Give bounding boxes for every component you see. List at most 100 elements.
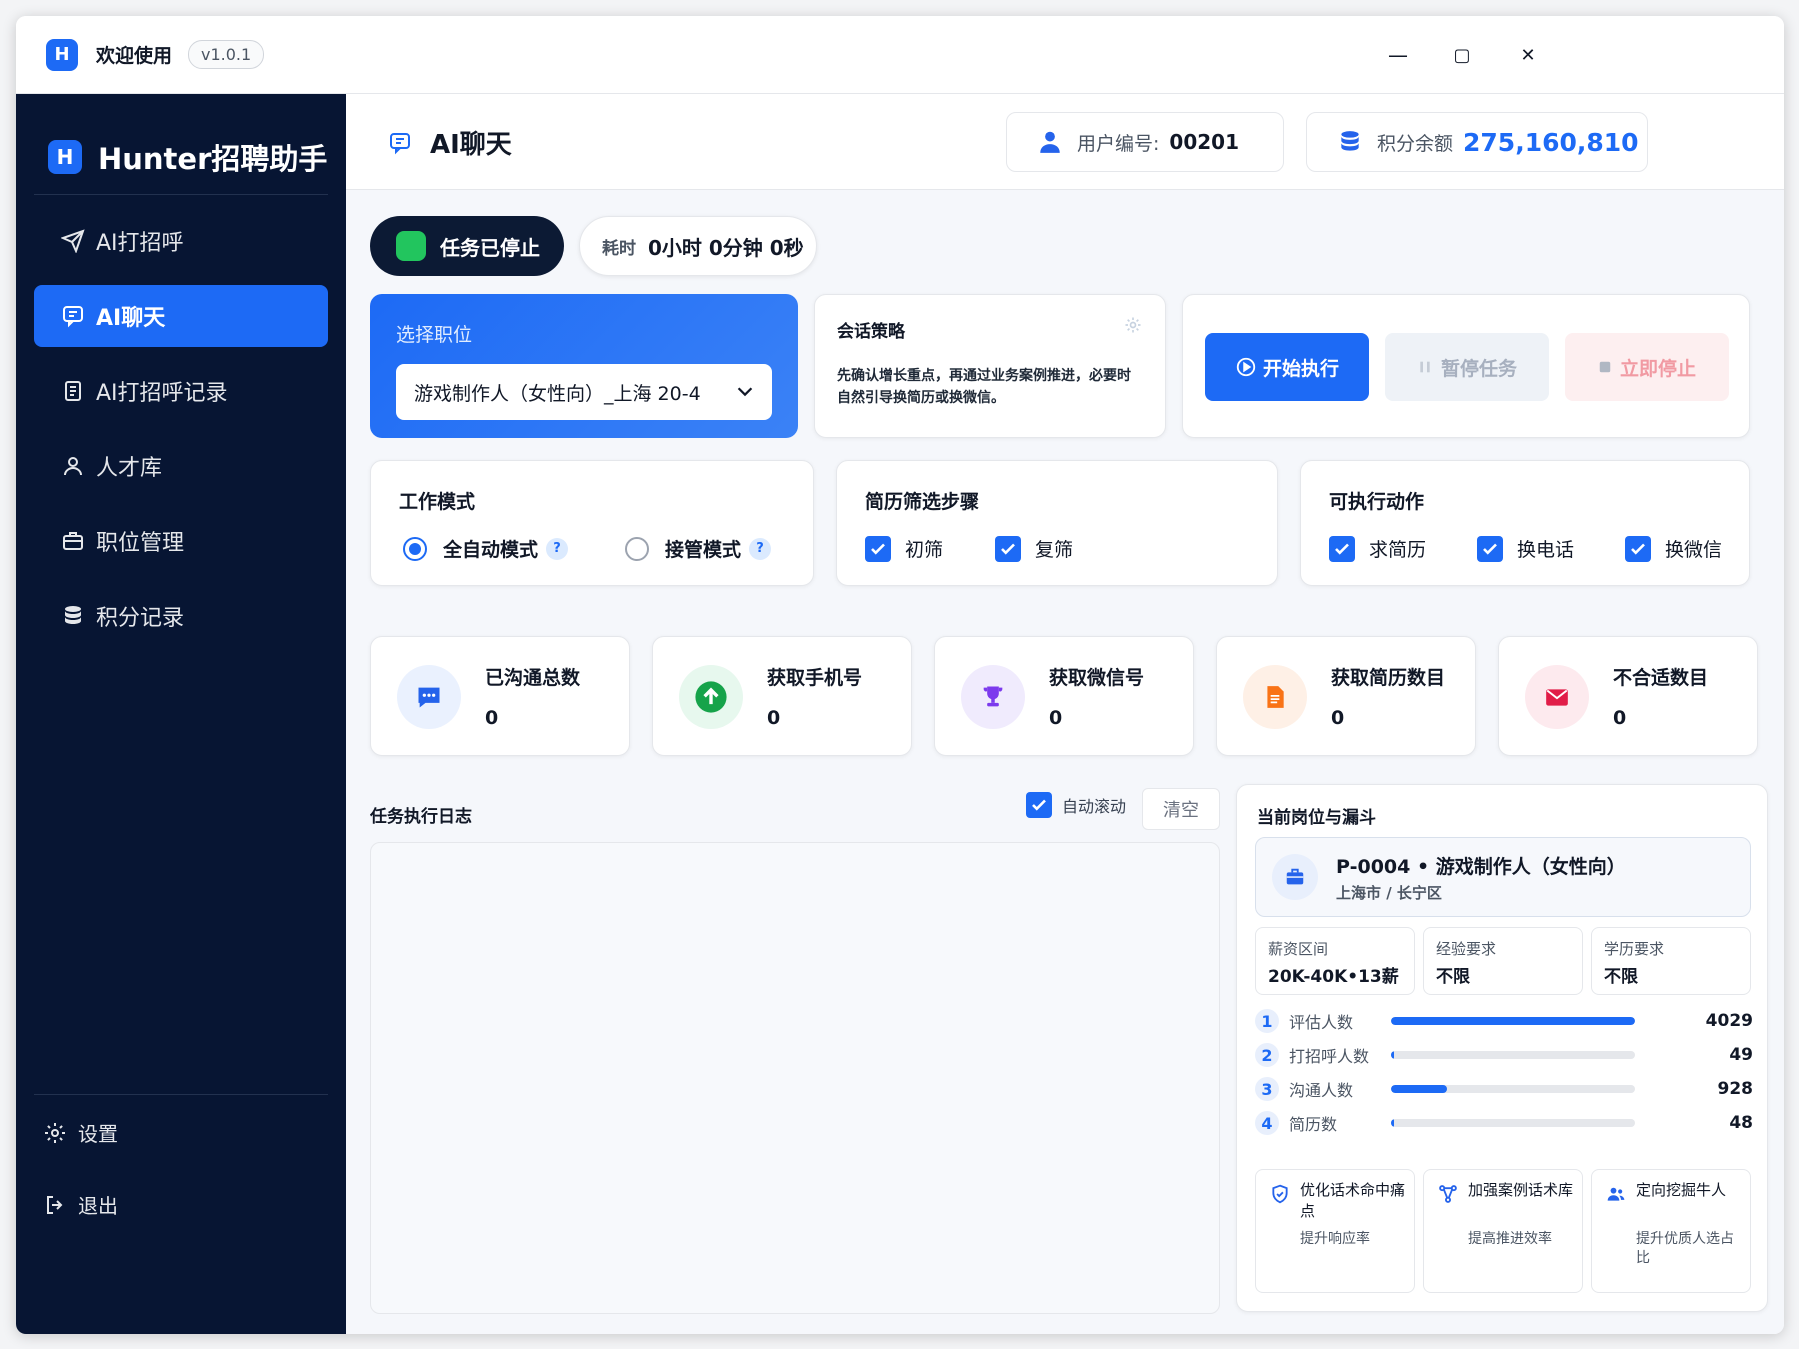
briefcase-icon <box>60 528 86 554</box>
tip-case-library[interactable]: 加强案例话术库 提高推进效率 <box>1423 1169 1583 1293</box>
funnel-progress-track <box>1391 1017 1635 1025</box>
funnel-step-label: 沟通人数 <box>1289 1081 1354 1100</box>
brand-logo-icon: H <box>48 140 82 174</box>
stop-icon <box>1598 360 1612 374</box>
stat-card-phones: 获取手机号 0 <box>652 636 912 756</box>
job-select-dropdown[interactable]: 游戏制作人（女性向）_上海 20-4 <box>396 364 772 420</box>
funnel-card: 当前岗位与漏斗 P-0004 • 游戏制作人（女性向） 上海市 / 长宁区 薪资… <box>1236 784 1768 1312</box>
chat-icon <box>388 131 412 155</box>
app-window: H 欢迎使用 v1.0.1 — ▢ ✕ H Hunter招聘助手 AI打招呼 A… <box>16 16 1784 1334</box>
checkbox-checked-icon <box>1026 792 1052 818</box>
points-value: 275,160,810 <box>1463 127 1639 157</box>
sidebar-item-ai-greeting[interactable]: AI打招呼 <box>34 210 328 272</box>
funnel-step-number: 2 <box>1255 1043 1279 1067</box>
content-panel: 任务已停止 耗时 0小时 0分钟 0秒 选择职位 游戏制作人（女性向）_上海 2… <box>346 190 1784 1334</box>
meta-value: 不限 <box>1604 967 1638 987</box>
pause-icon <box>1417 359 1433 375</box>
funnel-step-value: 48 <box>1729 1113 1753 1133</box>
radio-unselected-icon <box>625 536 649 561</box>
meta-label: 经验要求 <box>1436 940 1497 958</box>
funnel-progress-track <box>1391 1085 1635 1093</box>
close-button[interactable]: ✕ <box>1508 40 1548 70</box>
stat-title: 不合适数目 <box>1613 667 1709 689</box>
funnel-step-label: 简历数 <box>1289 1115 1338 1134</box>
stat-value: 0 <box>767 707 781 729</box>
step-second-screening[interactable]: 复筛 <box>995 535 1073 562</box>
sidebar-item-greeting-records[interactable]: AI打招呼记录 <box>34 360 328 422</box>
clear-log-button[interactable]: 清空 <box>1142 788 1220 830</box>
user-id-card: 用户编号: 00201 <box>1006 112 1284 172</box>
tip-subtitle: 提升优质人选占比 <box>1636 1231 1734 1266</box>
work-mode-title: 工作模式 <box>399 491 476 513</box>
exec-actions-title: 可执行动作 <box>1329 491 1425 513</box>
stat-title: 已沟通总数 <box>485 667 581 689</box>
sidebar-item-label: AI打招呼 <box>96 231 184 256</box>
funnel-title: 当前岗位与漏斗 <box>1257 808 1376 828</box>
task-status-text: 任务已停止 <box>440 235 540 260</box>
tip-optimize-script[interactable]: 优化话术命中痛点 提升响应率 <box>1255 1169 1415 1293</box>
exec-actions-card: 可执行动作 求简历 换电话 换微信 <box>1300 460 1750 586</box>
funnel-progress-fill <box>1391 1085 1448 1093</box>
network-icon <box>1438 1184 1458 1204</box>
stat-title: 获取手机号 <box>767 667 863 689</box>
sidebar-item-job-management[interactable]: 职位管理 <box>34 510 328 572</box>
work-mode-auto-label: 全自动模式 <box>443 539 539 561</box>
sidebar-item-points-records[interactable]: 积分记录 <box>34 585 328 647</box>
funnel-row: 2 打招呼人数 49 <box>1255 1041 1753 1069</box>
auto-scroll-toggle[interactable]: 自动滚动 <box>1026 792 1126 818</box>
checkbox-checked-icon <box>1625 535 1651 562</box>
checkbox-checked-icon <box>1477 535 1503 562</box>
trophy-icon <box>961 665 1025 729</box>
action-resume-label: 求简历 <box>1369 539 1427 561</box>
page-title: AI聊天 <box>430 130 512 160</box>
envelope-icon <box>1525 665 1589 729</box>
funnel-step-label: 打招呼人数 <box>1289 1047 1370 1066</box>
minimize-button[interactable]: — <box>1378 40 1418 70</box>
log-output-area[interactable] <box>370 842 1220 1314</box>
chat-bubble-icon <box>397 665 461 729</box>
sidebar-item-talent-pool[interactable]: 人才库 <box>34 435 328 497</box>
start-button[interactable]: 开始执行 <box>1205 333 1369 401</box>
help-icon[interactable]: ? <box>749 537 772 560</box>
action-wechat-label: 换微信 <box>1665 539 1723 561</box>
funnel-row: 4 简历数 48 <box>1255 1109 1753 1137</box>
tip-targeted-talent[interactable]: 定向挖掘牛人 提升优质人选占比 <box>1591 1169 1751 1293</box>
stat-value: 0 <box>1331 707 1345 729</box>
tip-title: 优化话术命中痛点 <box>1300 1181 1406 1220</box>
sidebar-item-label: 积分记录 <box>96 606 185 631</box>
gear-icon[interactable] <box>1123 315 1143 335</box>
work-mode-takeover[interactable]: 接管模式 ? <box>625 535 772 562</box>
settings-label: 设置 <box>78 1122 118 1146</box>
action-exchange-phone[interactable]: 换电话 <box>1477 535 1574 562</box>
page-title-wrap: AI聊天 <box>388 124 512 161</box>
experience-requirement: 经验要求 不限 <box>1423 927 1583 995</box>
elapsed-value: 0小时 0分钟 0秒 <box>648 235 804 260</box>
funnel-progress-fill <box>1391 1017 1635 1025</box>
logout-button[interactable]: 退出 <box>42 1190 118 1219</box>
sidebar-item-label: AI聊天 <box>96 306 166 331</box>
settings-button[interactable]: 设置 <box>42 1118 118 1147</box>
action-exchange-wechat[interactable]: 换微信 <box>1625 535 1722 562</box>
maximize-button[interactable]: ▢ <box>1442 40 1482 70</box>
stop-button[interactable]: 立即停止 <box>1565 333 1729 401</box>
task-status-badge: 任务已停止 <box>370 216 564 276</box>
log-title: 任务执行日志 <box>370 807 472 827</box>
window-title: 欢迎使用 <box>96 45 173 67</box>
brand: H Hunter招聘助手 <box>48 136 327 178</box>
help-icon[interactable]: ? <box>546 537 569 560</box>
funnel-step-label: 评估人数 <box>1289 1013 1354 1032</box>
auto-scroll-label: 自动滚动 <box>1062 797 1127 816</box>
work-mode-auto[interactable]: 全自动模式 ? <box>403 535 569 562</box>
brand-name: Hunter招聘助手 <box>98 142 328 176</box>
elapsed-label: 耗时 <box>602 238 636 259</box>
version-badge: v1.0.1 <box>188 40 265 69</box>
checkbox-checked-icon <box>1329 535 1355 562</box>
pause-button[interactable]: 暂停任务 <box>1385 333 1549 401</box>
maximize-icon: ▢ <box>1453 44 1471 66</box>
step-initial-screening[interactable]: 初筛 <box>865 535 943 562</box>
status-indicator-icon <box>396 231 426 261</box>
sidebar-item-ai-chat[interactable]: AI聊天 <box>34 285 328 347</box>
sidebar-divider <box>34 194 328 195</box>
play-circle-icon <box>1235 356 1257 378</box>
action-request-resume[interactable]: 求简历 <box>1329 535 1426 562</box>
